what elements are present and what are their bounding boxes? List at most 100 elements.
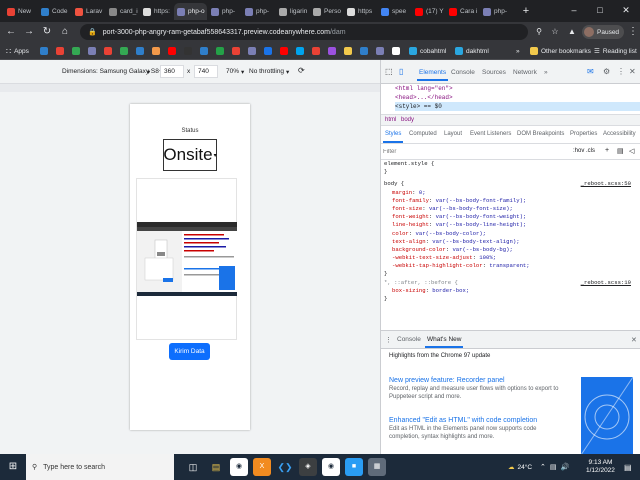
browser-tab[interactable]: Cara i [446,3,479,20]
tab-styles[interactable]: Styles [382,131,404,143]
bookmark-favicon-icon[interactable] [88,47,96,55]
news-title-link[interactable]: Enhanced "Edit as HTML" with code comple… [389,417,564,424]
body-rule-selector[interactable]: body { _reboot.scss:50 [384,180,631,188]
close-window-button[interactable]: ✕ [616,2,636,18]
new-tab-button[interactable]: + [519,4,533,18]
app-icon[interactable]: ■ [345,458,363,476]
maximize-button[interactable]: □ [590,2,610,18]
kebab-menu-icon[interactable]: ⋮ [385,336,392,344]
drawer-tab-whats-new[interactable]: What's New [424,336,465,348]
dom-node[interactable]: <head>...</head> [395,93,640,102]
tab-console[interactable]: Console [451,69,475,76]
taskbar-clock[interactable]: 9:13 AM 1/12/2022 [586,454,615,480]
bookmark-favicon-icon[interactable] [280,47,288,55]
bookmark-favicon-icon[interactable] [120,47,128,55]
css-declaration[interactable]: text-align: var(--bs-body-text-align); [384,238,631,246]
dom-node-selected[interactable]: <style> == $0 [395,102,640,111]
add-rule-icon[interactable]: + [605,147,609,154]
chevron-right-icon[interactable]: » [516,45,520,57]
minimize-button[interactable]: – [564,2,584,18]
more-tabs-icon[interactable]: » [544,69,548,76]
app-icon[interactable]: ◈ [299,458,317,476]
browser-tab[interactable]: ligarin [276,3,309,20]
css-declaration[interactable]: -webkit-text-size-adjust: 100%; [384,254,631,262]
browser-tab[interactable]: Larav [72,3,105,20]
browser-tab[interactable]: php-o× [174,3,207,20]
home-icon[interactable]: ⌂ [58,25,72,39]
browser-tab[interactable]: spee [378,3,411,20]
browser-tab[interactable]: https: [140,3,173,20]
address-bar[interactable]: 🔒 port-3000-php-angry-ram-getabaf5586433… [80,24,528,40]
tab-dom-breakpoints[interactable]: DOM Breakpoints [517,131,564,137]
bookmark-favicon-icon[interactable] [296,47,304,55]
bookmark-favicon-icon[interactable] [40,47,48,55]
drawer-tab-console[interactable]: Console [397,336,421,343]
bookmark-favicon-icon[interactable] [264,47,272,55]
device-toggle-icon[interactable]: ▯ [399,67,403,76]
bookmark-favicon-icon[interactable] [312,47,320,55]
status-select[interactable]: Onsite ▾ [163,139,217,171]
notifications-icon[interactable]: ▤ [624,454,632,480]
app-icon[interactable]: ▦ [368,458,386,476]
body-rule-source[interactable]: _reboot.scss:50 [581,180,631,188]
other-bookmarks[interactable]: Other bookmarks [530,45,591,57]
tab-properties[interactable]: Properties [570,131,597,137]
tab-accessibility[interactable]: Accessibility [603,131,636,137]
crumb-html[interactable]: html [385,117,396,123]
bookmark-favicon-icon[interactable] [328,47,336,55]
bookmark-favicon-icon[interactable] [72,47,80,55]
tab-computed[interactable]: Computed [409,131,437,137]
bookmark-favicon-icon[interactable] [216,47,224,55]
bookmark-favicon-icon[interactable] [104,47,112,55]
bookmark-favicon-icon[interactable] [392,47,400,55]
file-explorer-icon[interactable]: ▤ [207,458,225,476]
browser-tab[interactable]: (17) Y [412,3,445,20]
bookmark-favicon-icon[interactable] [200,47,208,55]
xampp-icon[interactable]: X [253,458,271,476]
zoom-select[interactable]: 70% [226,68,239,75]
tab-network[interactable]: Network [513,69,537,76]
tab-sources[interactable]: Sources [482,69,506,76]
bookmark-favicon-icon[interactable] [360,47,368,55]
css-declaration[interactable]: color: var(--bs-body-color); [384,230,631,238]
sidebar-toggle-icon[interactable]: ◁ [629,147,634,155]
browser-tab[interactable]: php- [208,3,241,20]
taskbar-search[interactable]: ⚲ Type here to search [26,454,174,480]
tab-layout[interactable]: Layout [444,131,462,137]
browser-tab[interactable]: Perso [310,3,343,20]
bookmark-favicon-icon[interactable] [376,47,384,55]
inspect-icon[interactable]: ⬚ [385,67,393,76]
kirim-data-button[interactable]: Kirim Data [169,343,210,360]
task-view-icon[interactable]: ◫ [184,458,202,476]
css-declaration[interactable]: margin: 0; [384,189,631,197]
gear-icon[interactable]: ⚙ [603,67,610,76]
toggle-sidebar-icon[interactable]: ▤ [617,147,624,155]
profile-button[interactable]: Paused [582,25,625,39]
bookmark-favicon-icon[interactable] [232,47,240,55]
css-declaration[interactable]: font-size: var(--bs-body-font-size); [384,205,631,213]
css-declaration[interactable]: -webkit-tap-highlight-color: transparent… [384,262,631,270]
tab-elements[interactable]: Elements [416,69,449,81]
reload-icon[interactable]: ↻ [40,25,54,39]
device-width-input[interactable]: 360 [160,65,184,78]
browser-tab[interactable]: New [4,3,37,20]
rotate-icon[interactable]: ⟳ [298,66,305,75]
system-tray[interactable]: ⌃ ▤ 🔊 [540,454,569,480]
dom-node[interactable]: <html lang="en"> [395,84,640,93]
tab-event-listeners[interactable]: Event Listeners [470,131,511,137]
throttling-select[interactable]: No throttling [249,68,284,75]
bookmark-cobahtml[interactable]: cobahtml [409,45,446,57]
css-declaration[interactable]: line-height: var(--bs-body-line-height); [384,221,631,229]
bookmark-apps[interactable]: ∷ Apps [6,45,29,57]
news-title-link[interactable]: New preview feature: Recorder panel [389,377,564,384]
windows-start-icon[interactable]: ⊞ [4,458,22,476]
browser-tab[interactable]: https [344,3,377,20]
chrome-icon[interactable]: ◉ [230,458,248,476]
browser-tab[interactable]: card_i [106,3,139,20]
bookmark-favicon-icon[interactable] [152,47,160,55]
bookmark-favicon-icon[interactable] [168,47,176,55]
browser-tab[interactable]: php- [242,3,275,20]
bookmark-favicon-icon[interactable] [184,47,192,55]
bookmark-dakhtml[interactable]: dakhtml [455,45,489,57]
close-devtools-icon[interactable]: ✕ [629,67,636,76]
